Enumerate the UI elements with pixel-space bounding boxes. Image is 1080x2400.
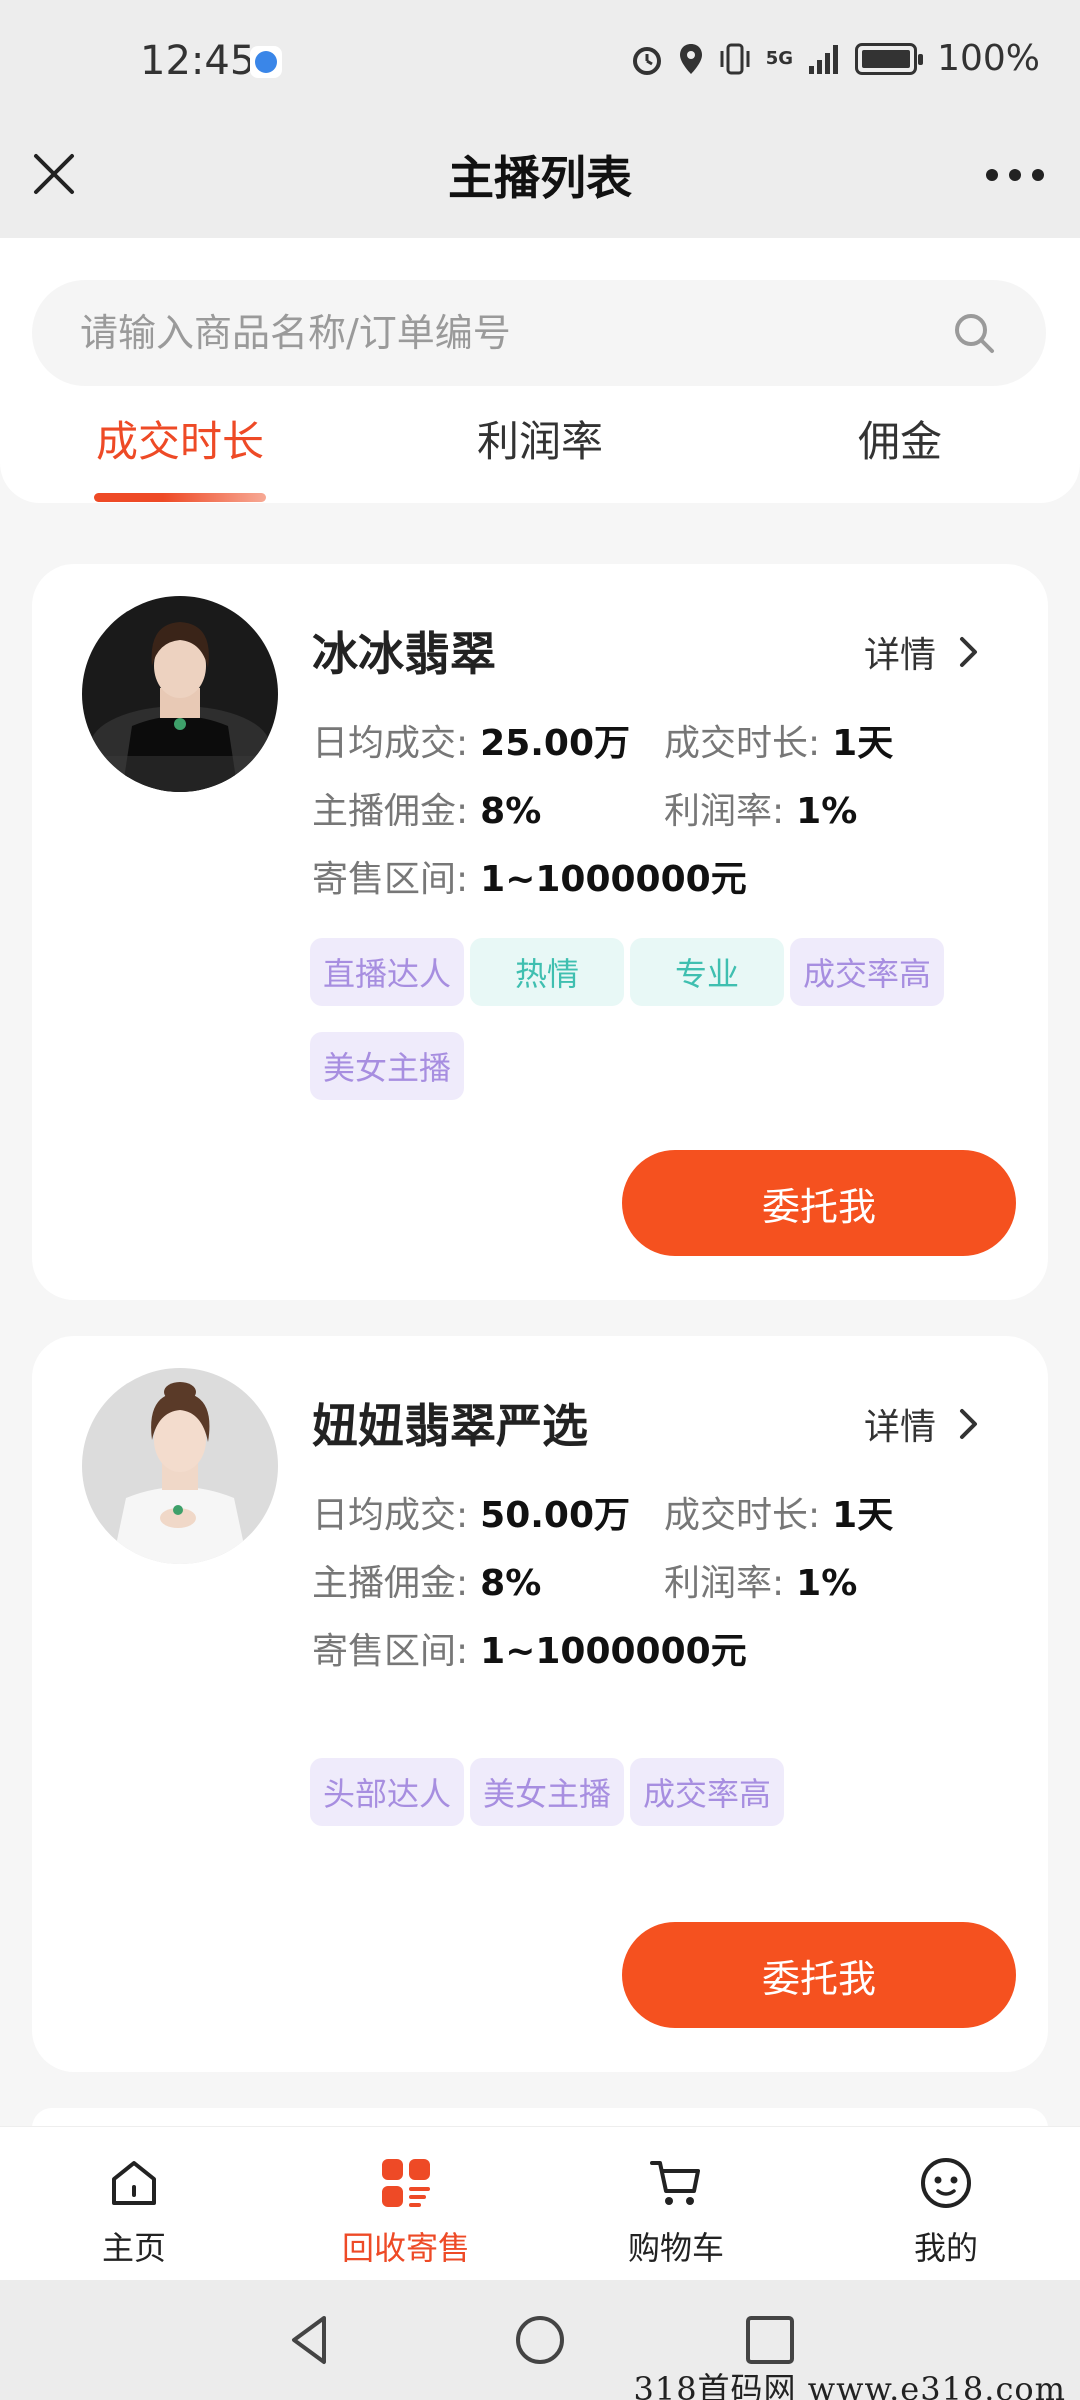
nav-home-label: 主页 [101, 2229, 166, 2267]
profit-rate-value: 1% [796, 1563, 858, 1604]
daily-deal-row: 日均成交: 25.00万 [312, 714, 630, 766]
deal-duration-label: 成交时长: [664, 1495, 821, 1536]
tag: 头部达人 [310, 1758, 464, 1826]
range-row: 寄售区间: 1~1000000元 [312, 850, 747, 902]
tag: 成交率高 [790, 938, 944, 1006]
profile-icon [921, 2158, 971, 2208]
profit-rate-label: 利润率: [664, 791, 785, 832]
profit-rate-row: 利润率: 1% [664, 782, 857, 834]
nav-home[interactable]: 主页 [34, 2155, 234, 2269]
tag: 美女主播 [310, 1032, 464, 1100]
vibrate-icon [720, 43, 750, 74]
tag: 直播达人 [310, 938, 464, 1006]
entrust-button[interactable]: 委托我 [622, 1150, 1016, 1256]
range-value: 1~1000000元 [480, 859, 747, 900]
tag-list: 直播达人 热情 专业 成交率高 美女主播 [310, 938, 970, 1100]
chevron-right-icon [960, 1409, 977, 1439]
app-notification-icon [250, 46, 282, 78]
tag: 美女主播 [470, 1758, 624, 1826]
detail-link[interactable]: 详情 [864, 626, 980, 678]
daily-deal-value: 25.00万 [480, 723, 631, 764]
tab-profit-rate[interactable]: 利润率 [440, 408, 640, 469]
battery-icon [855, 42, 924, 75]
tab-commission[interactable]: 佣金 [820, 408, 980, 469]
search-icon[interactable] [950, 309, 998, 357]
nav-profile-label: 我的 [913, 2229, 978, 2267]
page-title: 主播列表 [448, 151, 632, 205]
streamer-card: 冰冰翡翠 详情 日均成交: 25.00万 成交时长: 1天 主播佣金: 8% 利… [32, 564, 1048, 1300]
daily-deal-label: 日均成交: [312, 1495, 469, 1536]
daily-deal-value: 50.00万 [480, 1495, 631, 1536]
commission-value: 8% [480, 791, 542, 832]
search-box[interactable] [32, 280, 1046, 386]
battery-level: 100% [937, 38, 1040, 79]
profit-rate-label: 利润率: [664, 1563, 785, 1604]
cart-icon [650, 2161, 700, 2205]
network-type: 5G [765, 48, 794, 69]
nav-profile[interactable]: 我的 [846, 2155, 1046, 2269]
detail-link[interactable]: 详情 [864, 1398, 980, 1450]
location-icon [679, 43, 702, 74]
range-row: 寄售区间: 1~1000000元 [312, 1622, 747, 1674]
deal-duration-row: 成交时长: 1天 [664, 1486, 893, 1538]
nav-recycle[interactable]: 回收寄售 [306, 2155, 506, 2269]
more-options-icon[interactable] [980, 150, 1050, 200]
deal-duration-value: 1天 [832, 1495, 894, 1536]
range-value: 1~1000000元 [480, 1631, 747, 1672]
entrust-button[interactable]: 委托我 [622, 1922, 1016, 2028]
recent-apps-icon[interactable] [740, 2310, 800, 2370]
nav-recycle-label: 回收寄售 [341, 2229, 470, 2267]
search-input[interactable] [80, 311, 950, 355]
commission-row: 主播佣金: 8% [312, 782, 541, 834]
commission-value: 8% [480, 1563, 542, 1604]
streamer-card: 妞妞翡翠严选 详情 日均成交: 50.00万 成交时长: 1天 主播佣金: 8%… [32, 1336, 1048, 2072]
alarm-icon [632, 46, 661, 75]
commission-row: 主播佣金: 8% [312, 1554, 541, 1606]
back-icon[interactable] [280, 2310, 340, 2370]
range-label: 寄售区间: [312, 859, 469, 900]
sort-tabs: 成交时长 利润率 佣金 [0, 408, 1080, 498]
signal-icon [809, 44, 839, 74]
streamer-name: 妞妞翡翠严选 [312, 1399, 588, 1453]
profit-rate-value: 1% [796, 791, 858, 832]
range-label: 寄售区间: [312, 1631, 469, 1672]
bottom-nav: 主页 回收寄售 购物车 我的 [0, 2126, 1080, 2280]
daily-deal-label: 日均成交: [312, 723, 469, 764]
home-icon [112, 2161, 156, 2205]
search-section: 成交时长 利润率 佣金 [0, 238, 1080, 503]
deal-duration-value: 1天 [832, 723, 894, 764]
daily-deal-row: 日均成交: 50.00万 [312, 1486, 630, 1538]
streamer-name: 冰冰翡翠 [312, 627, 496, 681]
tag: 热情 [470, 938, 624, 1006]
tag: 专业 [630, 938, 784, 1006]
tag-list: 头部达人 美女主播 成交率高 [310, 1758, 970, 1826]
detail-label: 详情 [863, 635, 936, 676]
home-circle-icon[interactable] [510, 2310, 570, 2370]
commission-label: 主播佣金: [312, 1563, 469, 1604]
nav-cart-label: 购物车 [627, 2229, 724, 2267]
status-time: 12:45 [140, 38, 256, 84]
profit-rate-row: 利润率: 1% [664, 1554, 857, 1606]
tab-deal-duration[interactable]: 成交时长 [94, 408, 266, 469]
avatar[interactable] [82, 596, 278, 792]
tag: 成交率高 [630, 1758, 784, 1826]
grid-icon [382, 2159, 430, 2207]
chevron-right-icon [960, 637, 977, 667]
detail-label: 详情 [863, 1407, 936, 1448]
watermark: 318首码网 www.e318.com [633, 2370, 1066, 2400]
header: 主播列表 [0, 110, 1080, 238]
active-tab-indicator [94, 493, 266, 502]
deal-duration-label: 成交时长: [664, 723, 821, 764]
deal-duration-row: 成交时长: 1天 [664, 714, 893, 766]
avatar[interactable] [82, 1368, 278, 1564]
status-icons: 5G 100% [630, 38, 1040, 79]
commission-label: 主播佣金: [312, 791, 469, 832]
nav-cart[interactable]: 购物车 [576, 2155, 776, 2269]
